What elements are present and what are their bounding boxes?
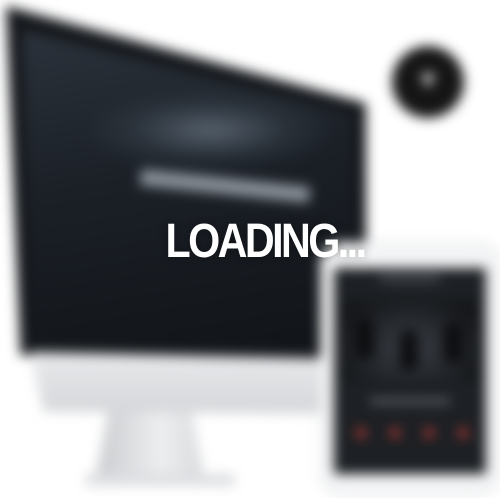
desktop-monitor-chin [30, 352, 368, 414]
tablet-figure [400, 330, 418, 370]
desktop-monitor-stand [95, 412, 205, 482]
tablet-red-dot-icon [458, 428, 468, 438]
tablet-header-bar [380, 276, 440, 281]
tablet-figure [356, 318, 374, 358]
desktop-hero-image [90, 90, 330, 170]
tablet-figure [444, 322, 462, 362]
tablet-red-dot-icon [356, 428, 366, 438]
loading-screen: LOADING... [0, 0, 500, 498]
loading-text: LOADING... [165, 215, 368, 268]
tablet-red-dot-icon [390, 428, 400, 438]
desktop-monitor-base [85, 474, 235, 486]
tablet-red-dot-icon [424, 428, 434, 438]
tablet-text-line [370, 398, 450, 404]
